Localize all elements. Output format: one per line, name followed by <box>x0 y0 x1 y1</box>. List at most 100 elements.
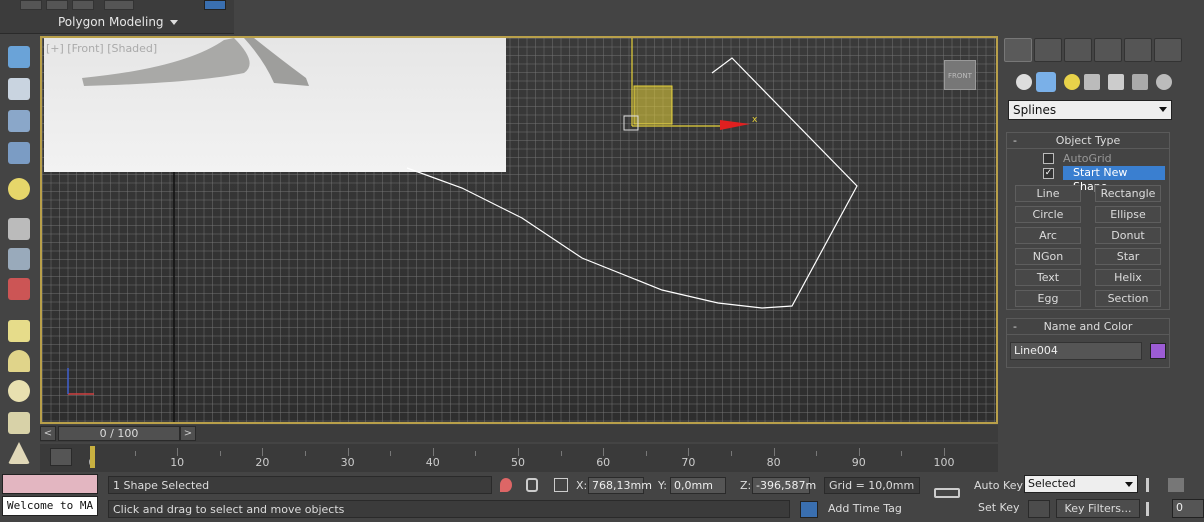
key-mode-dropdown[interactable]: Selected <box>1024 475 1138 493</box>
polygon-modeling-tab[interactable]: Polygon Modeling <box>58 15 178 29</box>
welcome-message[interactable]: Welcome to MA <box>2 496 98 516</box>
systems-icon[interactable] <box>1156 74 1172 90</box>
shapes-icon[interactable] <box>1036 72 1056 92</box>
ruler-tick <box>688 448 690 456</box>
dome-icon[interactable] <box>8 350 30 372</box>
curve-icon[interactable] <box>1028 500 1050 518</box>
box-icon[interactable] <box>8 320 30 342</box>
render-frame-icon[interactable] <box>8 78 30 100</box>
shape-button-line[interactable]: Line <box>1015 185 1081 202</box>
scene-explorer-icon[interactable] <box>8 142 30 164</box>
lock-icon[interactable] <box>526 478 538 492</box>
left-toolbar <box>0 34 38 470</box>
ruler-label: 40 <box>425 456 440 469</box>
ruler-tick <box>262 448 264 456</box>
geometry-icon[interactable] <box>1016 74 1032 90</box>
absolute-mode-icon[interactable] <box>554 478 568 492</box>
ruler-tick <box>177 448 179 456</box>
display-tab-icon[interactable] <box>1124 38 1152 62</box>
shape-button-helix[interactable]: Helix <box>1095 269 1161 286</box>
time-slider-thumb[interactable]: 0 / 100 <box>58 426 180 441</box>
teapot-icon[interactable] <box>8 46 30 68</box>
sphere-icon[interactable] <box>8 380 30 402</box>
current-frame-field[interactable]: 0 <box>1172 499 1204 518</box>
shape-button-circle[interactable]: Circle <box>1015 206 1081 223</box>
key-icon[interactable] <box>934 488 960 498</box>
sound-icon[interactable] <box>8 248 30 270</box>
chevron-down-icon <box>1125 482 1133 487</box>
shape-button-section[interactable]: Section <box>1095 290 1161 307</box>
maxscript-listener-mini[interactable] <box>2 474 98 494</box>
shape-button-arc[interactable]: Arc <box>1015 227 1081 244</box>
shape-button-donut[interactable]: Donut <box>1095 227 1161 244</box>
z-label: Z: <box>740 479 752 492</box>
prev-key-icon[interactable] <box>1168 478 1184 492</box>
autogrid-checkbox[interactable] <box>1043 153 1054 164</box>
cameras-icon[interactable] <box>1084 74 1100 90</box>
viewport-scene: x <box>67 38 858 422</box>
ruler-tick <box>731 451 732 456</box>
ruler-label: 80 <box>766 456 781 469</box>
shape-button-star[interactable]: Star <box>1095 248 1161 265</box>
toolbar-icon[interactable] <box>104 0 134 10</box>
shape-button-egg[interactable]: Egg <box>1015 290 1081 307</box>
chevron-down-icon <box>1159 107 1167 112</box>
object-color-swatch[interactable] <box>1150 343 1166 359</box>
object-type-rollout: - Object Type AutoGrid ✓ Start New Shape … <box>1006 132 1170 310</box>
current-time-marker[interactable] <box>90 446 95 468</box>
cone-icon[interactable] <box>8 442 30 464</box>
teapot-primitive-icon[interactable] <box>8 412 30 434</box>
object-type-header[interactable]: - Object Type <box>1007 133 1169 149</box>
toolbar-icon[interactable] <box>72 0 94 10</box>
time-slider[interactable]: < 0 / 100 > <box>40 425 998 442</box>
ribbon-toggle-icon[interactable] <box>204 0 226 10</box>
curve-editor-icon[interactable] <box>50 448 72 466</box>
start-new-shape-label[interactable]: Start New Shape <box>1063 166 1165 193</box>
y-label: Y: <box>658 479 667 492</box>
ruler-tick <box>518 448 519 456</box>
hierarchy-tab-icon[interactable] <box>1064 38 1092 62</box>
prev-frame-button[interactable]: < <box>40 426 56 441</box>
start-new-shape-checkbox[interactable]: ✓ <box>1043 168 1054 179</box>
auto-key-button[interactable]: Auto Key <box>974 479 1023 492</box>
render-setup-icon[interactable] <box>8 278 30 300</box>
shape-button-ellipse[interactable]: Ellipse <box>1095 206 1161 223</box>
category-dropdown[interactable]: Splines <box>1008 100 1172 120</box>
object-name-field[interactable]: Line004 <box>1010 342 1142 360</box>
lights-icon[interactable] <box>1064 74 1080 90</box>
next-frame-button[interactable]: > <box>180 426 196 441</box>
key-mode-toggle-icon[interactable] <box>1146 502 1162 516</box>
shape-button-text[interactable]: Text <box>1015 269 1081 286</box>
key-filters-button[interactable]: Key Filters... <box>1056 499 1140 518</box>
ruler-label: 50 <box>511 456 525 469</box>
collapse-icon: - <box>1013 134 1017 147</box>
create-tab-icon[interactable] <box>1004 38 1032 62</box>
add-time-tag[interactable]: Add Time Tag <box>824 500 920 518</box>
modify-tab-icon[interactable] <box>1034 38 1062 62</box>
ruler-label: 60 <box>596 456 611 469</box>
isolate-selection-icon[interactable] <box>500 478 512 492</box>
time-tag-icon[interactable] <box>800 501 818 518</box>
track-bar[interactable]: 0102030405060708090100 <box>40 444 998 472</box>
shape-button-ngon[interactable]: NGon <box>1015 248 1081 265</box>
camera-icon[interactable] <box>8 218 30 240</box>
ruler-tick <box>347 448 349 456</box>
helpers-icon[interactable] <box>1108 74 1124 90</box>
gizmo-x-label: x <box>752 115 758 125</box>
toolbar-icon[interactable] <box>20 0 42 10</box>
shape-button-rectangle[interactable]: Rectangle <box>1095 185 1161 202</box>
utilities-tab-icon[interactable] <box>1154 38 1182 62</box>
ruler-tick <box>432 448 434 456</box>
name-and-color-header[interactable]: - Name and Color <box>1007 319 1169 335</box>
x-coordinate-field[interactable]: 768,13mm <box>588 477 652 494</box>
front-viewport[interactable]: [+] [Front] [Shaded] x FRONT <box>40 36 998 424</box>
set-key-button[interactable]: Set Key <box>978 501 1020 514</box>
y-coordinate-field[interactable]: 0,0mm <box>670 477 726 494</box>
goto-start-icon[interactable] <box>1146 478 1162 492</box>
toolbar-icon[interactable] <box>46 0 68 10</box>
motion-tab-icon[interactable] <box>1094 38 1122 62</box>
layer-manager-icon[interactable] <box>8 110 30 132</box>
space-warps-icon[interactable] <box>1132 74 1148 90</box>
z-coordinate-field[interactable]: -396,587m <box>752 477 816 494</box>
light-icon[interactable] <box>8 178 30 200</box>
